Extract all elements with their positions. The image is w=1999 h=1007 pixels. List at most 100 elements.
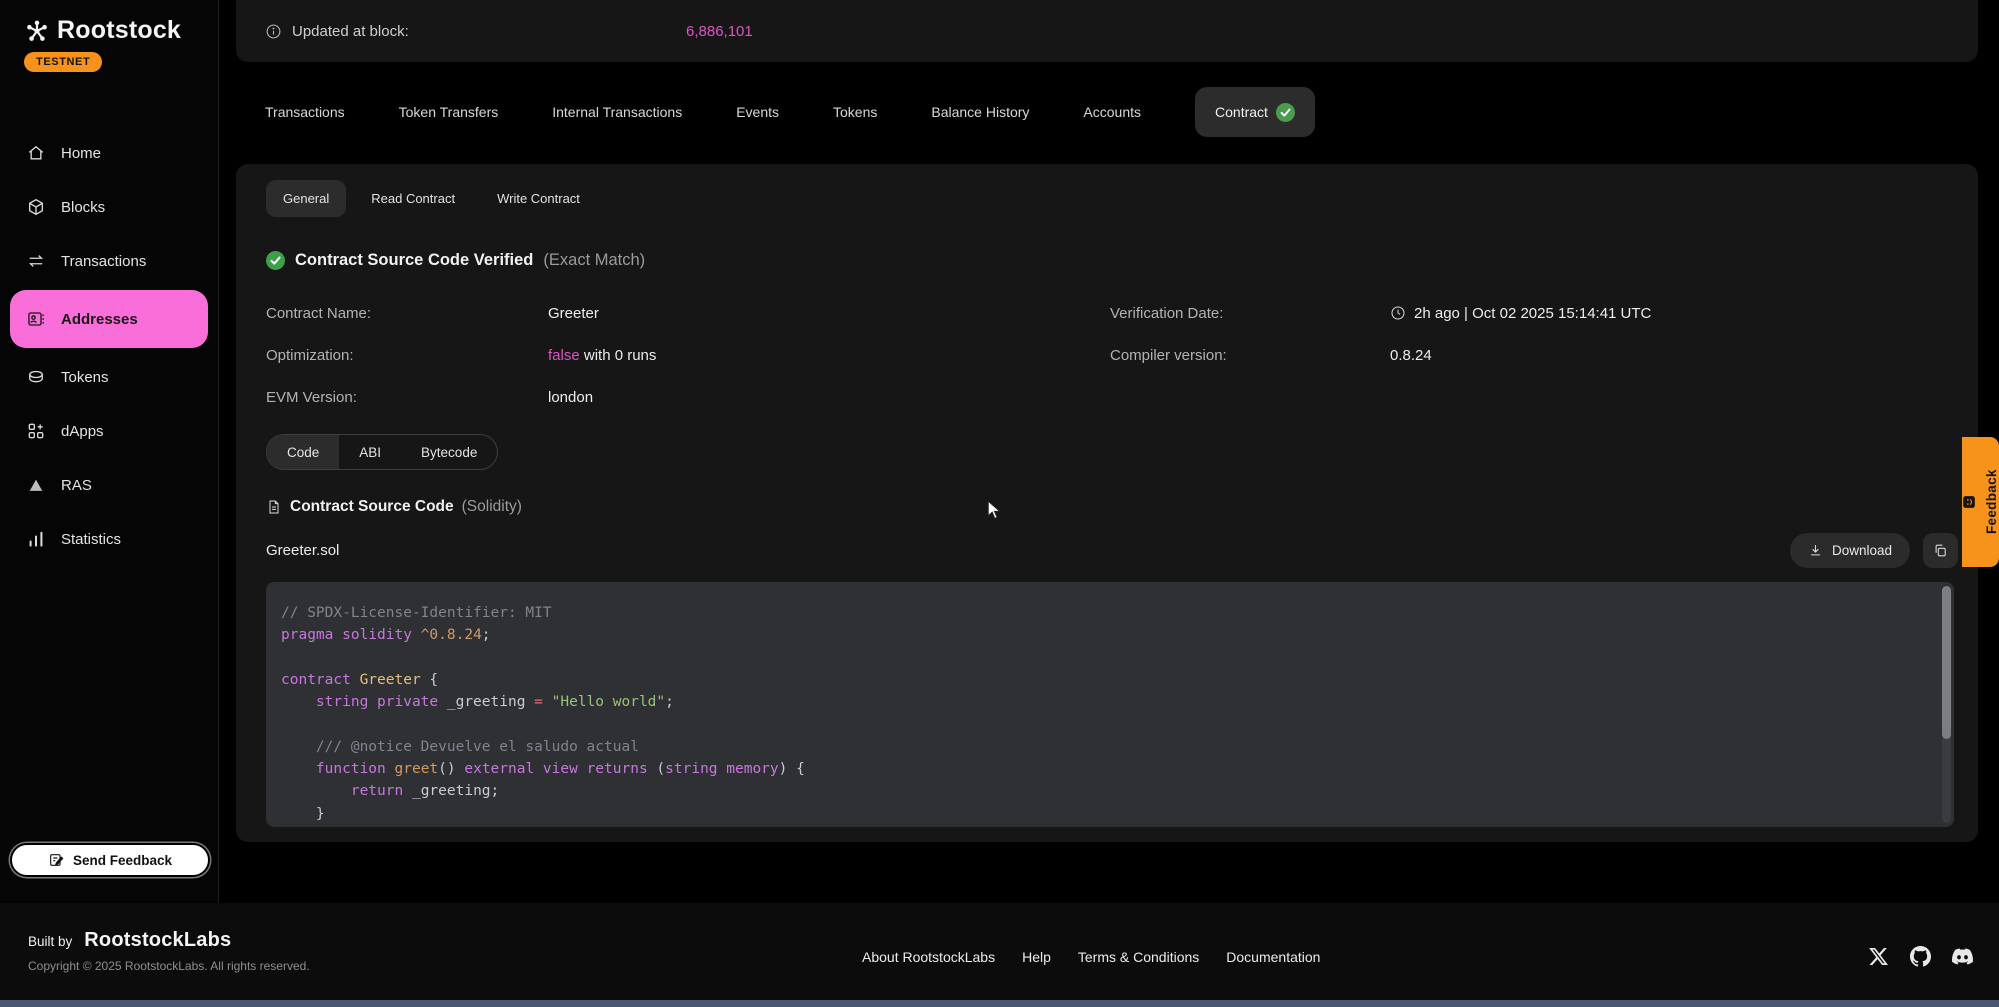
addresses-icon — [26, 309, 46, 329]
brand-name: Rootstock — [57, 16, 181, 45]
feedback-pencil-icon — [48, 852, 64, 868]
code-tab-code[interactable]: Code — [267, 435, 339, 469]
source-code-block[interactable]: // SPDX-License-Identifier: MITpragma so… — [266, 582, 1954, 827]
download-icon — [1808, 543, 1823, 558]
block-number-link[interactable]: 6,886,101 — [686, 23, 753, 40]
contract-panel: GeneralRead ContractWrite Contract Contr… — [236, 164, 1978, 842]
updated-block-card: Updated at block: 6,886,101 — [236, 0, 1978, 62]
tab-token-transfers[interactable]: Token Transfers — [399, 104, 499, 120]
optimization-value: false with 0 runs — [548, 347, 1110, 364]
source-code-text: // SPDX-License-Identifier: MITpragma so… — [281, 602, 1930, 825]
code-tab-bytecode[interactable]: Bytecode — [401, 435, 497, 469]
verified-subtitle: (Exact Match) — [543, 251, 645, 270]
sidebar: Rootstock TESTNET Home Blocks Transactions… — [0, 0, 219, 903]
contract-details: Contract Name: Greeter Verification Date… — [266, 292, 1978, 418]
subtab-write-contract[interactable]: Write Contract — [480, 180, 597, 217]
sidebar-item-tokens[interactable]: Tokens — [0, 350, 218, 404]
sidebar-item-addresses[interactable]: Addresses — [10, 290, 208, 348]
subtab-general[interactable]: General — [266, 180, 346, 217]
file-name: Greeter.sol — [266, 542, 339, 559]
blocks-icon — [26, 197, 46, 217]
testnet-badge: TESTNET — [24, 52, 102, 72]
footer-link-terms-conditions[interactable]: Terms & Conditions — [1078, 949, 1199, 965]
feedback-side-tab[interactable]: Feedback — [1962, 437, 1999, 567]
statistics-icon — [26, 529, 46, 549]
sidebar-item-blocks[interactable]: Blocks — [0, 180, 218, 234]
compiler-version-value: 0.8.24 — [1390, 347, 1978, 364]
verified-banner: Contract Source Code Verified (Exact Mat… — [266, 251, 1978, 270]
sidebar-item-label: Addresses — [61, 311, 138, 328]
send-feedback-button[interactable]: Send Feedback — [10, 843, 210, 877]
info-icon — [265, 23, 282, 40]
verified-check-icon — [266, 251, 285, 270]
tokens-icon — [26, 367, 46, 387]
main-content: Updated at block: 6,886,101 Transactions… — [219, 0, 1999, 903]
footer-link-help[interactable]: Help — [1022, 949, 1051, 965]
dapps-icon — [26, 421, 46, 441]
sidebar-item-transactions[interactable]: Transactions — [0, 234, 218, 288]
contract-subtabs: GeneralRead ContractWrite Contract — [266, 180, 1978, 217]
download-button[interactable]: Download — [1790, 533, 1910, 568]
source-code-header: Contract Source Code (Solidity) — [266, 498, 1978, 516]
contract-name-label: Contract Name: — [266, 305, 548, 322]
updated-block-label: Updated at block: — [292, 23, 409, 40]
tab-internal-transactions[interactable]: Internal Transactions — [552, 104, 682, 120]
sidebar-item-label: Home — [61, 145, 101, 162]
verification-date-label: Verification Date: — [1110, 305, 1390, 322]
verification-date-value: 2h ago | Oct 02 2025 15:14:41 UTC — [1390, 305, 1978, 322]
tab-contract[interactable]: Contract — [1195, 87, 1315, 137]
sidebar-item-dapps[interactable]: dApps — [0, 404, 218, 458]
brand-logo[interactable]: Rootstock — [0, 0, 218, 45]
sidebar-item-statistics[interactable]: Statistics — [0, 512, 218, 566]
footer-link-about-rootstocklabs[interactable]: About RootstockLabs — [862, 949, 995, 965]
sidebar-nav: Home Blocks Transactions Addresses Tokens dAp… — [0, 126, 218, 566]
tab-tokens[interactable]: Tokens — [833, 104, 877, 120]
sidebar-item-ras[interactable]: RAS — [0, 458, 218, 512]
footer: Built by RootstockLabs Copyright © 2025 … — [0, 903, 1999, 1000]
x-icon[interactable] — [1868, 946, 1889, 967]
github-icon[interactable] — [1910, 946, 1931, 967]
footer-links: About RootstockLabs Help Terms & Condition… — [862, 949, 1320, 965]
file-row: Greeter.sol Download — [266, 532, 1958, 568]
footer-brand-logo[interactable]: RootstockLabs — [84, 929, 231, 952]
evm-version-value: london — [548, 389, 1110, 406]
source-code-title: Contract Source Code — [290, 498, 454, 516]
tab-transactions[interactable]: Transactions — [265, 104, 345, 120]
sidebar-item-label: dApps — [61, 423, 104, 440]
transactions-icon — [26, 251, 46, 271]
compiler-version-label: Compiler version: — [1110, 347, 1390, 364]
code-view-switcher: CodeABIBytecode — [266, 434, 498, 470]
source-code-language: (Solidity) — [462, 498, 522, 516]
code-scrollbar-thumb[interactable] — [1942, 586, 1951, 739]
tab-events[interactable]: Events — [736, 104, 779, 120]
address-tab-bar: Transactions Token Transfers Internal Tran… — [236, 86, 1978, 138]
copy-button[interactable] — [1923, 533, 1958, 568]
clock-icon — [1390, 305, 1406, 321]
sidebar-item-label: RAS — [61, 477, 92, 494]
bottom-strip — [0, 1000, 1999, 1007]
feedback-tab-label: Feedback — [1984, 470, 1999, 535]
code-scrollbar[interactable] — [1942, 586, 1951, 823]
discord-icon[interactable] — [1952, 946, 1973, 967]
contract-name-value: Greeter — [548, 305, 1110, 322]
home-icon — [26, 143, 46, 163]
rootstock-logo-icon — [24, 18, 50, 44]
optimization-label: Optimization: — [266, 347, 548, 364]
ras-icon — [26, 475, 46, 495]
sidebar-item-label: Transactions — [61, 253, 146, 270]
tab-accounts[interactable]: Accounts — [1083, 104, 1141, 120]
tab-balance-history[interactable]: Balance History — [931, 104, 1029, 120]
copy-icon — [1933, 543, 1948, 558]
footer-link-documentation[interactable]: Documentation — [1226, 949, 1320, 965]
contract-verified-badge-icon — [1276, 103, 1295, 122]
verified-title: Contract Source Code Verified — [295, 251, 533, 270]
footer-social — [1868, 946, 1973, 967]
sidebar-item-label: Tokens — [61, 369, 109, 386]
feedback-smiley-icon — [1961, 495, 1977, 509]
sidebar-item-label: Blocks — [61, 199, 105, 216]
evm-version-label: EVM Version: — [266, 389, 548, 406]
sidebar-item-home[interactable]: Home — [0, 126, 218, 180]
code-tab-abi[interactable]: ABI — [339, 435, 401, 469]
copyright-text: Copyright © 2025 RootstockLabs. All righ… — [28, 959, 310, 973]
subtab-read-contract[interactable]: Read Contract — [354, 180, 472, 217]
